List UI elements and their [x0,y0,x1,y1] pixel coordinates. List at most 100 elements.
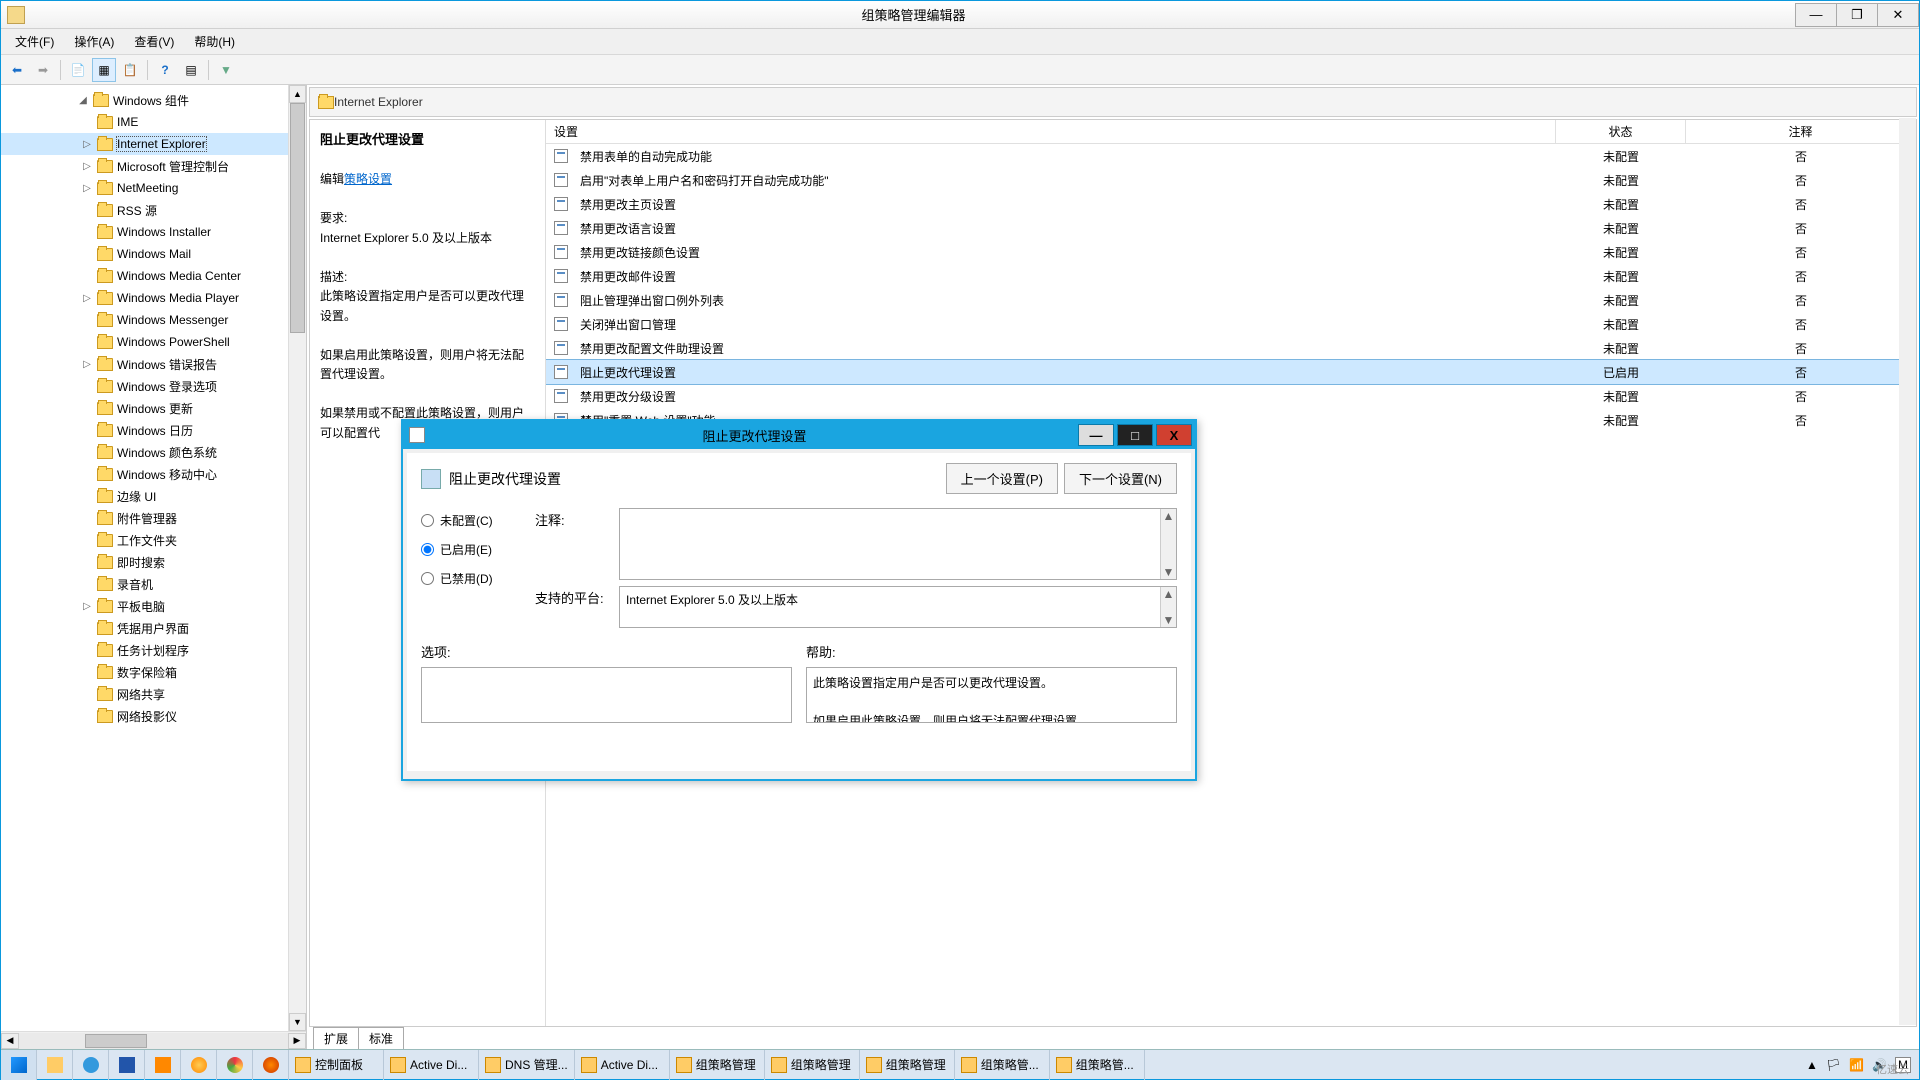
forward-button[interactable]: ➡ [31,58,55,82]
taskbar-paint[interactable] [181,1050,217,1080]
properties-button[interactable]: ▤ [179,58,203,82]
col-setting[interactable]: 设置 [546,120,1556,143]
scroll-right-icon[interactable]: ▶ [288,1033,306,1049]
tree-item[interactable]: Windows 登录选项 [1,375,306,397]
tree-item[interactable]: ▷Windows 错误报告 [1,353,306,375]
tree-item[interactable]: 工作文件夹 [1,529,306,551]
menu-file[interactable]: 文件(F) [5,30,64,53]
list-row[interactable]: 禁用更改语言设置未配置否 [546,216,1916,240]
maximize-button[interactable]: ❐ [1836,3,1878,27]
flag-icon[interactable]: 🏳 [1826,1058,1841,1072]
tree-item[interactable]: Windows 日历 [1,419,306,441]
list-row[interactable]: 禁用更改配置文件助理设置未配置否 [546,336,1916,360]
close-button[interactable]: ✕ [1877,3,1919,27]
taskbar-firefox[interactable] [253,1050,289,1080]
dialog-close[interactable]: X [1156,424,1192,446]
tree-vscroll[interactable]: ▲ ▼ [288,85,306,1031]
tree[interactable]: ◢Windows 组件IME▷Internet Explorer▷Microso… [1,85,306,1031]
scroll-left-icon[interactable]: ◀ [1,1033,19,1049]
taskbar-app[interactable]: 控制面板 [289,1050,384,1080]
dialog-maximize[interactable]: □ [1117,424,1153,446]
tree-item[interactable]: Windows 移动中心 [1,463,306,485]
menu-help[interactable]: 帮助(H) [184,30,245,53]
radio-notconfigured[interactable]: 未配置(C) [421,512,521,529]
taskbar-app1[interactable] [145,1050,181,1080]
tree-item[interactable]: Windows PowerShell [1,331,306,353]
tab-extended[interactable]: 扩展 [313,1027,359,1049]
tab-standard[interactable]: 标准 [358,1027,404,1049]
taskbar-app[interactable]: 组策略管理 [860,1050,955,1080]
taskbar-app[interactable]: 组策略管... [1050,1050,1145,1080]
filter-button[interactable]: ▼ [214,58,238,82]
list-row[interactable]: 阻止更改代理设置已启用否 [546,360,1916,384]
next-setting-button[interactable]: 下一个设置(N) [1064,463,1177,494]
scroll-up-icon[interactable]: ▲ [289,85,306,103]
list-row[interactable]: 禁用更改分级设置未配置否 [546,384,1916,408]
col-state[interactable]: 状态 [1556,120,1686,143]
list-row[interactable]: 关闭弹出窗口管理未配置否 [546,312,1916,336]
list-row[interactable]: 禁用更改邮件设置未配置否 [546,264,1916,288]
col-note[interactable]: 注释 [1686,120,1916,143]
taskbar-app[interactable]: 组策略管理 [670,1050,765,1080]
scroll-thumb[interactable] [290,103,305,333]
taskbar-ps[interactable] [109,1050,145,1080]
tree-root[interactable]: ◢Windows 组件 [1,89,306,111]
taskbar-app[interactable]: 组策略管理 [765,1050,860,1080]
list-row[interactable]: 启用"对表单上用户名和密码打开自动完成功能"未配置否 [546,168,1916,192]
list-row[interactable]: 禁用更改主页设置未配置否 [546,192,1916,216]
taskbar-app[interactable]: Active Di... [575,1050,670,1080]
prev-setting-button[interactable]: 上一个设置(P) [946,463,1058,494]
comment-field[interactable]: ▲▼ [619,508,1177,580]
tree-item[interactable]: ▷Microsoft 管理控制台 [1,155,306,177]
taskbar-explorer[interactable] [37,1050,73,1080]
tree-item[interactable]: 网络共享 [1,683,306,705]
tree-hscroll[interactable]: ◀ ▶ [1,1031,306,1049]
tree-item[interactable]: 录音机 [1,573,306,595]
tree-item[interactable]: ▷Internet Explorer [1,133,306,155]
show-hide-button[interactable]: ▦ [92,58,116,82]
tree-item[interactable]: 即时搜索 [1,551,306,573]
taskbar-app[interactable]: Active Di... [384,1050,479,1080]
tree-item[interactable]: ▷平板电脑 [1,595,306,617]
help-button[interactable]: ? [153,58,177,82]
edit-policy-link[interactable]: 策略设置 [344,172,392,186]
tree-item[interactable]: IME [1,111,306,133]
tree-item[interactable]: Windows 更新 [1,397,306,419]
up-button[interactable]: 📄 [66,58,90,82]
tree-item[interactable]: 数字保险箱 [1,661,306,683]
start-button[interactable] [1,1050,37,1080]
tree-item[interactable]: 边缘 UI [1,485,306,507]
list-vscroll[interactable] [1899,118,1916,1025]
tree-item[interactable]: 任务计划程序 [1,639,306,661]
menu-view[interactable]: 查看(V) [124,30,184,53]
tree-item[interactable]: ▷Windows Media Player [1,287,306,309]
dialog-titlebar[interactable]: 阻止更改代理设置 — □ X [403,421,1195,449]
export-button[interactable]: 📋 [118,58,142,82]
tree-item[interactable]: RSS 源 [1,199,306,221]
tree-item[interactable]: 附件管理器 [1,507,306,529]
network-icon[interactable]: 📶 [1849,1058,1864,1072]
list-row[interactable]: 禁用更改链接颜色设置未配置否 [546,240,1916,264]
tree-item[interactable]: 凭据用户界面 [1,617,306,639]
tree-item[interactable]: Windows Mail [1,243,306,265]
radio-enabled[interactable]: 已启用(E) [421,541,521,558]
tree-item[interactable]: Windows Installer [1,221,306,243]
tree-item[interactable]: ▷NetMeeting [1,177,306,199]
back-button[interactable]: ⬅ [5,58,29,82]
hscroll-thumb[interactable] [85,1034,147,1048]
taskbar-app[interactable]: 组策略管... [955,1050,1050,1080]
menu-action[interactable]: 操作(A) [64,30,124,53]
tree-item[interactable]: Windows Media Center [1,265,306,287]
tray-up-icon[interactable]: ▲ [1806,1058,1818,1072]
dialog-minimize[interactable]: — [1078,424,1114,446]
radio-disabled[interactable]: 已禁用(D) [421,570,521,587]
taskbar-app[interactable]: DNS 管理... [479,1050,575,1080]
scroll-down-icon[interactable]: ▼ [289,1013,306,1031]
tree-item[interactable]: Windows Messenger [1,309,306,331]
taskbar-chrome[interactable] [217,1050,253,1080]
minimize-button[interactable]: — [1795,3,1837,27]
tree-item[interactable]: Windows 颜色系统 [1,441,306,463]
taskbar-ie[interactable] [73,1050,109,1080]
list-row[interactable]: 禁用表单的自动完成功能未配置否 [546,144,1916,168]
tree-item[interactable]: 网络投影仪 [1,705,306,727]
